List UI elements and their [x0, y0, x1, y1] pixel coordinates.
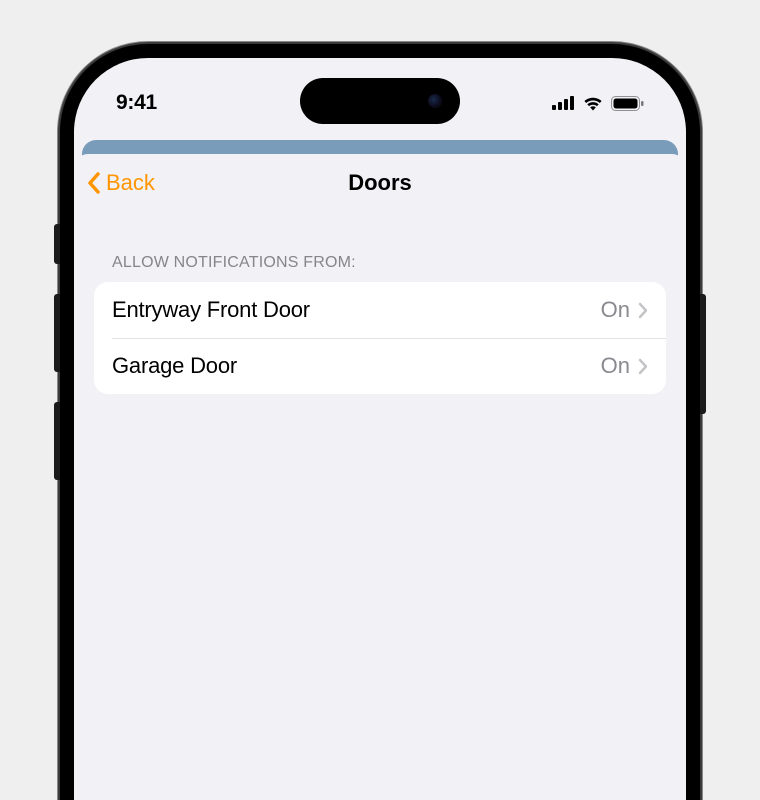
- row-label: Garage Door: [112, 353, 601, 379]
- phone-frame: 9:41: [60, 44, 700, 800]
- phone-side-buttons-left: [54, 224, 60, 510]
- chevron-right-icon: [638, 358, 648, 375]
- wifi-icon: [582, 96, 604, 111]
- settings-sheet: Back Doors ALLOW NOTIFICATIONS FROM: Ent…: [74, 154, 686, 794]
- row-value: On: [601, 297, 630, 323]
- row-label: Entryway Front Door: [112, 297, 601, 323]
- list-item[interactable]: Entryway Front Door On: [94, 282, 666, 338]
- back-button[interactable]: Back: [86, 170, 155, 196]
- phone-side-buttons-right: [700, 294, 706, 414]
- section-header: ALLOW NOTIFICATIONS FROM:: [94, 254, 666, 282]
- screen: 9:41: [74, 58, 686, 800]
- cellular-icon: [552, 96, 575, 110]
- status-icons: [552, 96, 644, 111]
- chevron-left-icon: [86, 171, 102, 195]
- back-label: Back: [106, 170, 155, 196]
- content: ALLOW NOTIFICATIONS FROM: Entryway Front…: [74, 212, 686, 394]
- status-time: 9:41: [116, 91, 157, 115]
- nav-bar: Back Doors: [74, 154, 686, 212]
- list-item[interactable]: Garage Door On: [94, 338, 666, 394]
- page-title: Doors: [74, 170, 686, 196]
- notifications-list: Entryway Front Door On Garage Door On: [94, 282, 666, 394]
- row-value: On: [601, 353, 630, 379]
- chevron-right-icon: [638, 302, 648, 319]
- dynamic-island: [300, 78, 460, 124]
- front-camera-icon: [428, 94, 442, 108]
- battery-icon: [611, 96, 644, 111]
